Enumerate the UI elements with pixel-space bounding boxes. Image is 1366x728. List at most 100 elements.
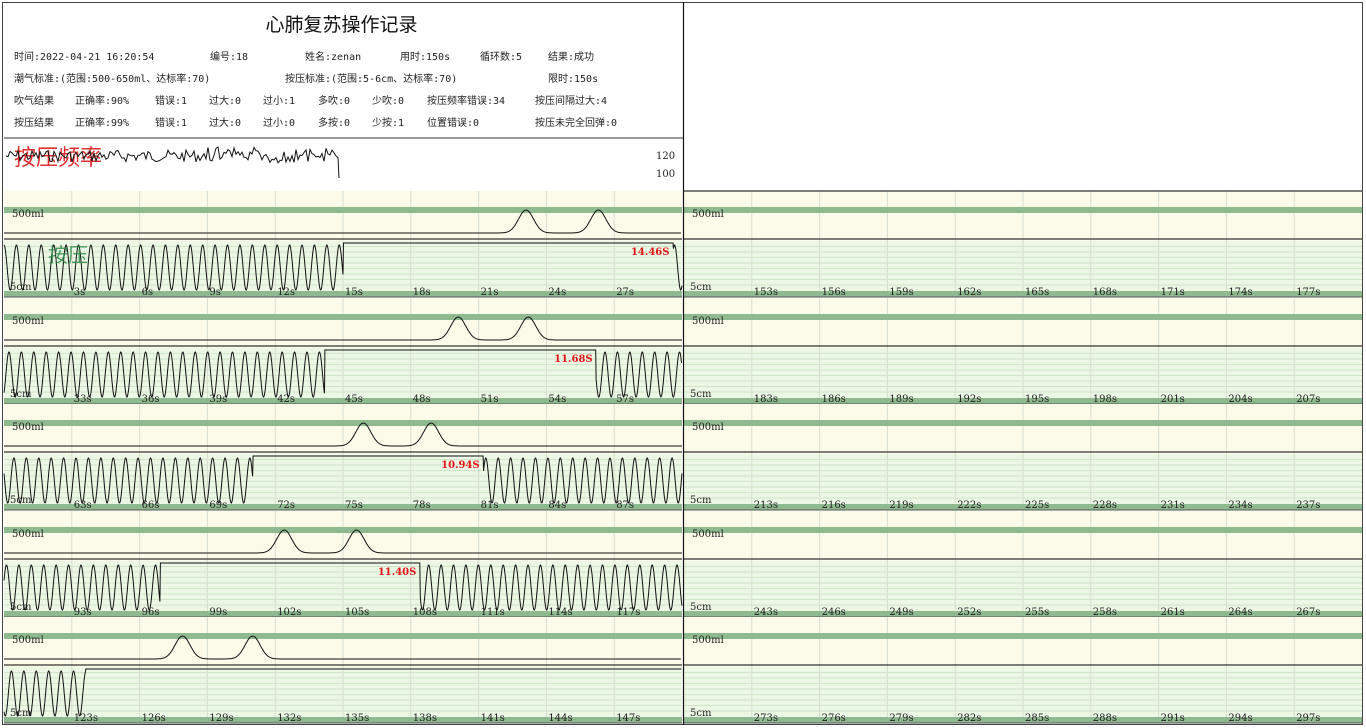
x-tick-label: 48s <box>413 394 431 405</box>
x-tick-label: 147s <box>616 713 640 724</box>
x-tick-label: 153s <box>754 287 778 298</box>
pause-duration-label: 10.94S <box>441 460 480 471</box>
x-tick-label: 261s <box>1161 607 1185 618</box>
x-tick-label: 36s <box>142 394 160 405</box>
x-tick-label: 87s <box>616 500 634 511</box>
x-tick-label: 294s <box>1228 713 1252 724</box>
cpr-chart: 500ml5cm 3s 6s 9s 12s 15s 18s 21s 24s 27s14.46S50… <box>2 2 1363 725</box>
x-tick-label: 225s <box>1025 500 1049 511</box>
frequency-tick: 100 <box>656 169 675 180</box>
breath-ref-label: 500ml <box>692 635 724 646</box>
depth-target-band <box>684 398 1362 404</box>
breath-ref-label: 500ml <box>692 529 724 540</box>
x-tick-label: 279s <box>889 713 913 724</box>
x-tick-label: 18s <box>413 287 431 298</box>
depth-ref-label: 5cm <box>690 708 712 719</box>
segment-row: 500ml 5cm 153s 156s 159s 162s 165s 168s 171s 174s… <box>684 191 1362 298</box>
x-tick-label: 129s <box>209 713 233 724</box>
x-tick-label: 84s <box>548 500 566 511</box>
x-tick-label: 297s <box>1296 713 1320 724</box>
x-tick-label: 138s <box>413 713 437 724</box>
x-tick-label: 27s <box>616 287 634 298</box>
x-tick-label: 162s <box>957 287 981 298</box>
x-tick-label: 183s <box>754 394 778 405</box>
x-tick-label: 117s <box>616 607 640 618</box>
breath-ref-label: 500ml <box>12 422 44 433</box>
segment-row: 500ml5cm 63s 66s 69s 72s 75s 78s 81s 84s 87s10.94… <box>3 404 683 511</box>
breath-target-band <box>684 420 1362 426</box>
x-tick-label: 135s <box>345 713 369 724</box>
x-tick-label: 186s <box>822 394 846 405</box>
depth-target-band <box>4 291 682 297</box>
x-tick-label: 159s <box>889 287 913 298</box>
x-tick-label: 54s <box>548 394 566 405</box>
x-tick-label: 78s <box>413 500 431 511</box>
x-tick-label: 264s <box>1228 607 1252 618</box>
depth-target-band <box>4 398 682 404</box>
breath-ref-label: 500ml <box>692 209 724 220</box>
x-tick-label: 9s <box>209 287 221 298</box>
depth-target-band <box>684 611 1362 617</box>
breath-target-band <box>4 207 682 213</box>
x-tick-label: 57s <box>616 394 634 405</box>
x-tick-label: 213s <box>754 500 778 511</box>
depth-target-band <box>4 611 682 617</box>
breath-target-band <box>684 207 1362 213</box>
x-tick-label: 249s <box>889 607 913 618</box>
x-tick-label: 99s <box>209 607 227 618</box>
x-tick-label: 192s <box>957 394 981 405</box>
segment-row: 500ml5cm 93s 96s 99s 102s 105s 108s 111s 114s 117… <box>3 511 683 618</box>
x-tick-label: 246s <box>822 607 846 618</box>
x-tick-label: 288s <box>1093 713 1117 724</box>
breath-target-band <box>684 527 1362 533</box>
breath-ref-label: 500ml <box>692 422 724 433</box>
x-tick-label: 282s <box>957 713 981 724</box>
x-tick-label: 132s <box>277 713 301 724</box>
x-tick-label: 255s <box>1025 607 1049 618</box>
x-tick-label: 126s <box>142 713 166 724</box>
breath-ref-label: 500ml <box>12 209 44 220</box>
x-tick-label: 198s <box>1093 394 1117 405</box>
x-tick-label: 276s <box>822 713 846 724</box>
pause-duration-label: 11.40S <box>378 567 417 578</box>
x-tick-label: 105s <box>345 607 369 618</box>
x-tick-label: 42s <box>277 394 295 405</box>
x-tick-label: 231s <box>1161 500 1185 511</box>
x-tick-label: 141s <box>481 713 505 724</box>
breath-target-band <box>4 314 682 320</box>
breath-target-band <box>684 314 1362 320</box>
x-tick-label: 201s <box>1161 394 1185 405</box>
x-tick-label: 228s <box>1093 500 1117 511</box>
depth-ref-label: 5cm <box>690 495 712 506</box>
x-tick-label: 102s <box>277 607 301 618</box>
x-tick-label: 222s <box>957 500 981 511</box>
depth-ref-label: 5cm <box>690 282 712 293</box>
x-tick-label: 108s <box>413 607 437 618</box>
x-tick-label: 165s <box>1025 287 1049 298</box>
breath-ref-label: 500ml <box>12 529 44 540</box>
pause-duration-label: 11.68S <box>554 354 593 365</box>
segment-row: 500ml5cm 3s 6s 9s 12s 15s 18s 21s 24s 27s14.46S <box>3 191 683 298</box>
x-tick-label: 237s <box>1296 500 1320 511</box>
cpr-record-page: 心肺复苏操作记录 时间:2022-04-21 16:20:54 编号:18 姓名:z… <box>0 0 1366 728</box>
x-tick-label: 291s <box>1161 713 1185 724</box>
depth-target-band <box>4 717 682 723</box>
breath-ref-label: 500ml <box>692 316 724 327</box>
x-tick-label: 177s <box>1296 287 1320 298</box>
x-tick-label: 285s <box>1025 713 1049 724</box>
depth-target-band <box>684 504 1362 510</box>
x-tick-label: 144s <box>548 713 572 724</box>
pause-duration-label: 14.46S <box>631 247 670 258</box>
x-tick-label: 219s <box>889 500 913 511</box>
segment-row: 500ml 5cm 273s 276s 279s 282s 285s 288s 291s 294s… <box>684 617 1362 724</box>
frequency-panel: 按压频率 120100 <box>4 137 683 180</box>
breath-target-band <box>684 633 1362 639</box>
depth-target-band <box>684 717 1362 723</box>
x-tick-label: 273s <box>754 713 778 724</box>
breath-ref-label: 500ml <box>12 635 44 646</box>
x-tick-label: 174s <box>1228 287 1252 298</box>
segment-row: 500ml 5cm 213s 216s 219s 222s 225s 228s 231s 234s… <box>684 404 1362 511</box>
frequency-tick: 120 <box>656 151 675 162</box>
segment-row: 500ml5cm 123s 126s 129s 132s 135s 138s 141s 144s… <box>3 617 682 724</box>
x-tick-label: 258s <box>1093 607 1117 618</box>
